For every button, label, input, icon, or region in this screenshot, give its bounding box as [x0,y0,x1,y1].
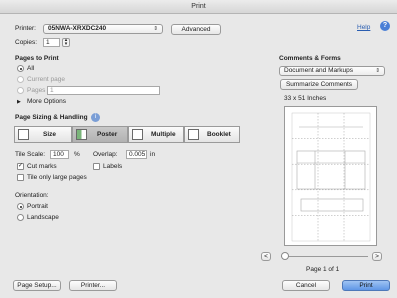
disclosure-triangle-icon[interactable]: ▶ [17,98,21,106]
pages-range-label: Pages [27,87,46,94]
booklet-mode-button[interactable]: Booklet [184,126,240,143]
tile-scale-field[interactable]: 100 [50,150,69,159]
page-setup-button[interactable]: Page Setup... [13,280,61,291]
pages-range-field[interactable]: 1 [47,86,160,95]
print-button[interactable]: Print [342,280,390,291]
printer-label: Printer: [15,25,36,32]
overlap-field[interactable]: 0.005 [126,150,147,159]
all-pages-radio[interactable] [17,65,24,72]
summarize-comments-button[interactable]: Summarize Comments [280,79,358,90]
booklet-icon [188,129,199,140]
comments-heading: Comments & Forms [279,55,341,62]
tile-large-checkbox[interactable] [17,174,24,181]
cancel-button[interactable]: Cancel [282,280,330,291]
printer-button[interactable]: Printer... [69,280,117,291]
tile-scale-unit: % [74,151,80,158]
copies-label: Copies: [15,39,38,46]
all-pages-label: All [27,65,35,72]
comments-value: Document and Markups [284,67,354,74]
more-options-link[interactable]: More Options [27,98,66,106]
pages-range-radio[interactable] [17,87,24,94]
cut-marks-checkbox[interactable]: ✓ [17,163,24,170]
portrait-label: Portrait [27,203,48,210]
copies-stepper[interactable]: ▴ ▾ [62,38,70,47]
poster-tiles-icon [76,129,87,140]
pages-heading: Pages to Print [15,55,59,62]
advanced-button[interactable]: Advanced [171,24,221,35]
next-page-button[interactable]: > [372,252,382,261]
current-page-radio[interactable] [17,76,24,83]
poster-mode-button[interactable]: Poster [72,126,128,143]
current-page-label: Current page [27,76,65,83]
labels-label: Labels [103,163,123,170]
multiple-mode-button[interactable]: Multiple [128,126,184,143]
window-title: Print [0,0,397,14]
labels-checkbox[interactable] [93,163,100,170]
copies-field[interactable]: 1 [43,38,60,47]
poster-tile-preview [291,112,371,242]
landscape-radio[interactable] [17,214,24,221]
landscape-label: Landscape [27,214,59,221]
page-slider-thumb[interactable] [281,252,289,260]
overlap-unit: in [150,151,156,158]
tile-large-label: Tile only large pages [27,174,87,181]
sizing-heading: Page Sizing & Handling [15,114,88,121]
updown-arrow-icon: ⇕ [375,68,380,74]
page-indicator: Page 1 of 1 [306,266,340,273]
portrait-radio[interactable] [17,203,24,210]
multiple-pages-icon [132,129,143,140]
cut-marks-label: Cut marks [27,163,57,170]
page-slider-track[interactable] [281,256,368,257]
help-icon[interactable]: ? [380,21,390,31]
orientation-heading: Orientation: [15,192,49,199]
comments-select[interactable]: Document and Markups ⇕ [279,66,385,76]
size-mode-button[interactable]: Size [14,126,72,143]
tile-scale-label: Tile Scale: [15,151,46,158]
overlap-label: Overlap: [93,151,118,158]
printer-value: 05NWA-XRXDC240 [48,25,107,32]
help-link[interactable]: Help [357,24,370,32]
info-icon[interactable]: i [91,113,100,122]
printer-select[interactable]: 05NWA-XRXDC240 ⇕ [43,24,163,34]
updown-arrow-icon: ⇕ [153,26,158,32]
print-preview [284,106,377,246]
size-page-icon [18,129,29,140]
prev-page-button[interactable]: < [261,252,271,261]
document-dimensions: 33 x 51 Inches [284,95,327,102]
